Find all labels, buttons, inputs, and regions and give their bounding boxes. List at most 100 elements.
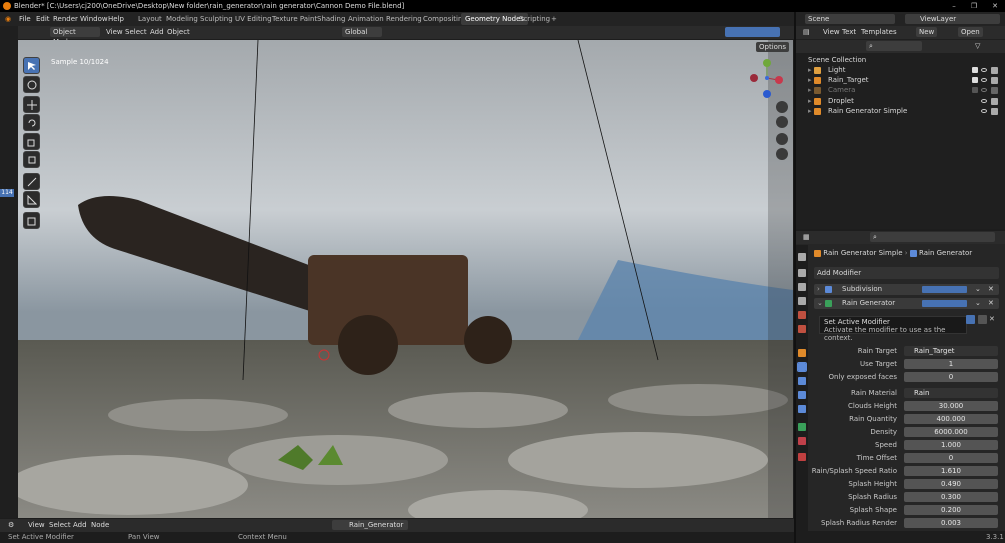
transform-tool-icon[interactable] xyxy=(23,151,40,168)
outliner-item-droplet[interactable]: ▸ Droplet xyxy=(796,96,1005,106)
outliner-menu-text[interactable]: Text xyxy=(839,27,859,37)
view-layer-tab-icon[interactable] xyxy=(798,297,806,305)
outliner-root[interactable]: Scene Collection xyxy=(796,55,1005,65)
input-clouds-height[interactable]: Clouds Height 30.000 xyxy=(808,400,1005,412)
modifier-toggles[interactable] xyxy=(922,286,967,293)
input-only-exposed-faces[interactable]: Only exposed faces 0 xyxy=(808,371,1005,383)
render-camera-icon[interactable] xyxy=(991,108,998,115)
visibility-eye-icon[interactable] xyxy=(981,68,987,72)
input-density[interactable]: Density 6000.000 xyxy=(808,426,1005,438)
close-icon[interactable]: ✕ xyxy=(989,315,995,323)
node-tree-selector[interactable]: Rain_Generator xyxy=(332,520,408,530)
add-workspace-button[interactable]: + xyxy=(547,13,561,25)
render-tab-icon[interactable] xyxy=(798,269,806,277)
input-splash-height[interactable]: Splash Height 0.490 xyxy=(808,478,1005,490)
input-splash-radius-render[interactable]: Splash Radius Render 0.003 xyxy=(808,517,1005,529)
copy-icon[interactable] xyxy=(978,315,987,324)
menu-select[interactable]: Select xyxy=(122,27,150,37)
output-tab-icon[interactable] xyxy=(798,283,806,291)
checkbox-icon[interactable] xyxy=(972,87,978,93)
remove-modifier-icon[interactable]: ✕ xyxy=(988,284,994,295)
dropdown-icon[interactable]: ⌄ xyxy=(975,298,981,309)
input-rain-splash-speed-ratio[interactable]: Rain/Splash Speed Ratio 1.610 xyxy=(808,465,1005,477)
text-editor-type-icon[interactable]: ▤ xyxy=(800,27,813,37)
menu-edit[interactable]: Edit xyxy=(36,12,50,26)
camera-view-icon[interactable] xyxy=(776,133,788,145)
modifier-inputs: Rain Target Rain_Target Use Target 1 Onl… xyxy=(796,344,1005,531)
close-icon[interactable]: ✕ xyxy=(985,0,1005,12)
outliner-item-light[interactable]: ▸ Light xyxy=(796,65,1005,75)
checkbox-icon[interactable] xyxy=(972,77,978,83)
render-camera-icon[interactable] xyxy=(991,77,998,84)
add-cube-tool-icon[interactable] xyxy=(23,212,40,229)
checkbox-icon[interactable] xyxy=(972,67,978,73)
visibility-eye-icon[interactable] xyxy=(981,109,987,113)
properties-breadcrumb: Rain Generator Simple › Rain Generator xyxy=(814,249,999,259)
outliner-menu-templates[interactable]: Templates xyxy=(858,27,900,37)
menu-file[interactable]: File xyxy=(19,12,31,26)
input-rain-quantity[interactable]: Rain Quantity 400.000 xyxy=(808,413,1005,425)
rotate-tool-icon[interactable] xyxy=(23,114,40,131)
modifier-rain-generator[interactable]: ⌄ Rain Generator ⌄ ✕ xyxy=(814,298,999,309)
input-rain-material[interactable]: Rain Material Rain xyxy=(808,387,1005,399)
outliner-item-camera[interactable]: ▸ Camera xyxy=(796,85,1005,95)
menu-window[interactable]: Window xyxy=(80,12,108,26)
node-group-icon[interactable] xyxy=(966,315,975,324)
render-camera-icon[interactable] xyxy=(991,67,998,74)
annotate-tool-icon[interactable] xyxy=(23,173,40,190)
node-menu-view[interactable]: View xyxy=(25,520,48,530)
pan-hand-icon[interactable] xyxy=(776,116,788,128)
input-use-target[interactable]: Use Target 1 xyxy=(808,358,1005,370)
input-speed[interactable]: Speed 1.000 xyxy=(808,439,1005,451)
outliner-search-input[interactable]: ⌕ xyxy=(866,41,922,51)
menu-object[interactable]: Object xyxy=(164,27,193,37)
node-editor-type-icon[interactable]: ⚙ xyxy=(5,520,17,530)
shading-mode-buttons[interactable] xyxy=(725,27,780,37)
input-rain-target[interactable]: Rain Target Rain_Target xyxy=(808,345,1005,357)
input-splash-shape[interactable]: Splash Shape 0.200 xyxy=(808,504,1005,516)
menu-help[interactable]: Help xyxy=(108,12,124,26)
outliner-item-rain-target[interactable]: ▸ Rain_Target xyxy=(796,75,1005,85)
tool-tab-icon[interactable] xyxy=(798,253,806,261)
cursor-tool-icon[interactable] xyxy=(23,76,40,93)
open-button[interactable]: Open xyxy=(958,27,983,37)
remove-modifier-icon[interactable]: ✕ xyxy=(988,298,994,309)
outliner-item-rain-generator-simple[interactable]: ▸ Rain Generator Simple xyxy=(796,106,1005,116)
options-dropdown[interactable]: Options xyxy=(756,42,790,52)
orientation-dropdown[interactable]: Global xyxy=(342,27,382,37)
properties-editor-type-icon[interactable]: ▦ xyxy=(800,232,813,242)
3d-viewport[interactable]: Sample 10/1024 xyxy=(18,40,793,518)
zoom-icon[interactable] xyxy=(776,101,788,113)
perspective-toggle-icon[interactable] xyxy=(776,148,788,160)
node-menu-add[interactable]: Add xyxy=(70,520,90,530)
scene-tab-icon[interactable] xyxy=(798,311,806,319)
visibility-eye-icon[interactable] xyxy=(981,78,987,82)
dropdown-icon[interactable]: ⌄ xyxy=(975,284,981,295)
menu-render[interactable]: Render xyxy=(53,12,78,26)
visibility-eye-icon[interactable] xyxy=(981,99,987,103)
world-tab-icon[interactable] xyxy=(798,325,806,333)
object-mode-dropdown[interactable]: Object Mode xyxy=(50,27,100,46)
node-menu-node[interactable]: Node xyxy=(88,520,112,530)
scene-selector[interactable]: Scene xyxy=(805,14,895,24)
measure-tool-icon[interactable] xyxy=(23,191,40,208)
add-modifier-dropdown[interactable]: Add Modifier xyxy=(814,267,999,279)
modifier-toggles[interactable] xyxy=(922,300,967,307)
move-tool-icon[interactable] xyxy=(23,96,40,113)
modifier-subdivision[interactable]: › Subdivision ⌄ ✕ xyxy=(814,284,999,295)
view-layer-selector[interactable]: ViewLayer xyxy=(905,14,1000,24)
input-splash-radius[interactable]: Splash Radius 0.300 xyxy=(808,491,1005,503)
blender-menu-icon[interactable]: ◉ xyxy=(5,12,11,26)
minimize-icon[interactable]: – xyxy=(944,0,964,12)
scale-tool-icon[interactable] xyxy=(23,133,40,150)
properties-search-input[interactable]: ⌕ xyxy=(870,232,995,242)
render-camera-icon[interactable] xyxy=(991,87,998,94)
render-camera-icon[interactable] xyxy=(991,98,998,105)
maximize-icon[interactable]: ❐ xyxy=(964,0,984,12)
filter-icon[interactable]: ▽ xyxy=(972,41,983,51)
navigation-gizmo[interactable] xyxy=(750,58,786,98)
input-time-offset[interactable]: Time Offset 0 xyxy=(808,452,1005,464)
new-button[interactable]: New xyxy=(916,27,938,37)
select-box-tool-icon[interactable] xyxy=(23,57,40,74)
visibility-eye-icon[interactable] xyxy=(981,88,987,92)
